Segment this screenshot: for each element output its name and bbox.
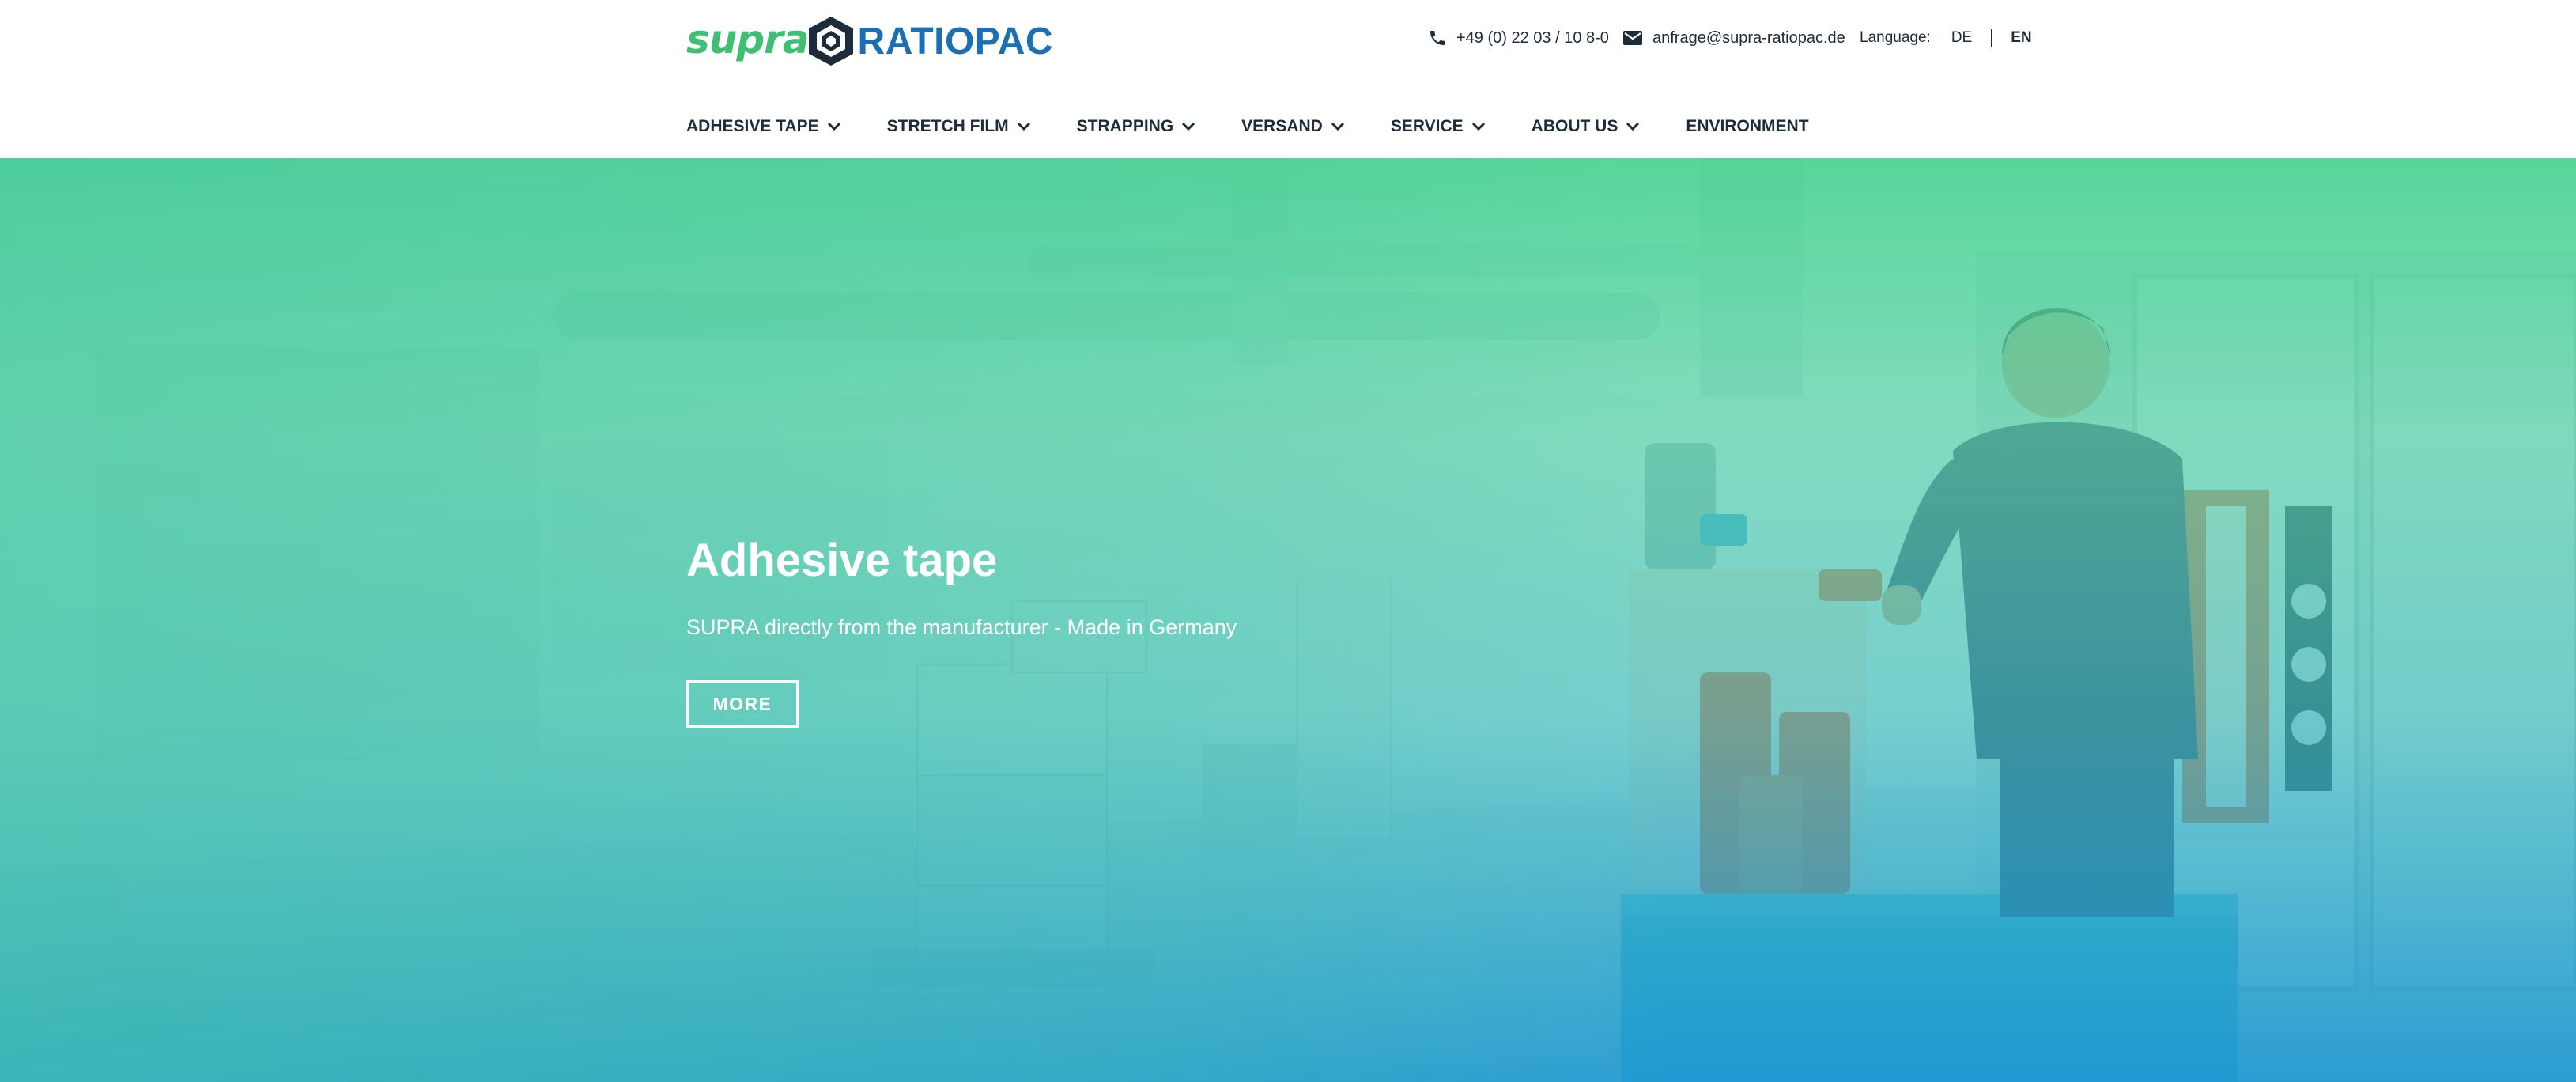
- main-navigation: ADHESIVE TAPE STRETCH FILM STRAPPING VER…: [686, 111, 1855, 142]
- nav-item-label: ABOUT US: [1531, 117, 1618, 135]
- email-contact[interactable]: anfrage@supra-ratiopac.de: [1622, 24, 1845, 52]
- language-option-en[interactable]: EN: [2009, 29, 2033, 47]
- chevron-down-icon: [1471, 122, 1485, 131]
- nav-item-label: VERSAND: [1241, 117, 1323, 135]
- nav-item-about-us[interactable]: ABOUT US: [1532, 117, 1641, 136]
- chevron-down-icon: [827, 122, 840, 131]
- chevron-down-icon: [1017, 122, 1030, 131]
- language-option-de[interactable]: DE: [1950, 29, 1974, 47]
- nav-item-service[interactable]: SERVICE: [1391, 117, 1486, 136]
- brand-logo[interactable]: supra RATIOPAC: [686, 14, 1053, 68]
- nav-item-label: ENVIRONMENT: [1686, 117, 1809, 135]
- phone-number: +49 (0) 22 03 / 10 8-0: [1456, 28, 1609, 47]
- chevron-down-icon: [1331, 122, 1344, 131]
- nav-item-strapping[interactable]: STRAPPING: [1077, 117, 1196, 136]
- logo-supra-wordmark: supra: [686, 17, 810, 62]
- logo-ratiopac-wordmark: RATIOPAC: [857, 20, 1054, 62]
- chevron-down-icon: [1626, 122, 1640, 131]
- hero-subtitle: SUPRA directly from the manufacturer - M…: [686, 615, 1237, 639]
- language-label: Language:: [1860, 29, 1931, 46]
- hero-banner: Adhesive tape SUPRA directly from the ma…: [0, 158, 2576, 1082]
- nav-item-label: SERVICE: [1390, 117, 1464, 135]
- language-separator: [1991, 29, 1992, 47]
- phone-contact[interactable]: +49 (0) 22 03 / 10 8-0: [1428, 24, 1609, 52]
- nav-item-versand[interactable]: VERSAND: [1241, 117, 1345, 136]
- nav-item-stretch-film[interactable]: STRETCH FILM: [887, 117, 1031, 136]
- chevron-down-icon: [1182, 122, 1195, 131]
- phone-icon: [1430, 31, 1445, 45]
- mail-icon: [1623, 31, 1642, 45]
- hero-side-overlay: [0, 158, 2576, 1082]
- more-button[interactable]: MORE: [686, 680, 799, 728]
- email-address: anfrage@supra-ratiopac.de: [1652, 28, 1845, 47]
- nav-item-environment[interactable]: ENVIRONMENT: [1686, 117, 1808, 136]
- logo-hexagon-icon: [808, 17, 853, 66]
- nav-item-label: STRETCH FILM: [886, 117, 1009, 135]
- hero-title: Adhesive tape: [686, 535, 998, 586]
- nav-item-label: ADHESIVE TAPE: [686, 117, 819, 135]
- site-header: supra RATIOPAC +49 (0) 22 03 / 10 8-0 an…: [0, 0, 2576, 158]
- language-switcher: Language: DE EN: [1860, 24, 2034, 52]
- nav-item-label: STRAPPING: [1076, 117, 1174, 135]
- nav-item-adhesive-tape[interactable]: ADHESIVE TAPE: [686, 117, 841, 136]
